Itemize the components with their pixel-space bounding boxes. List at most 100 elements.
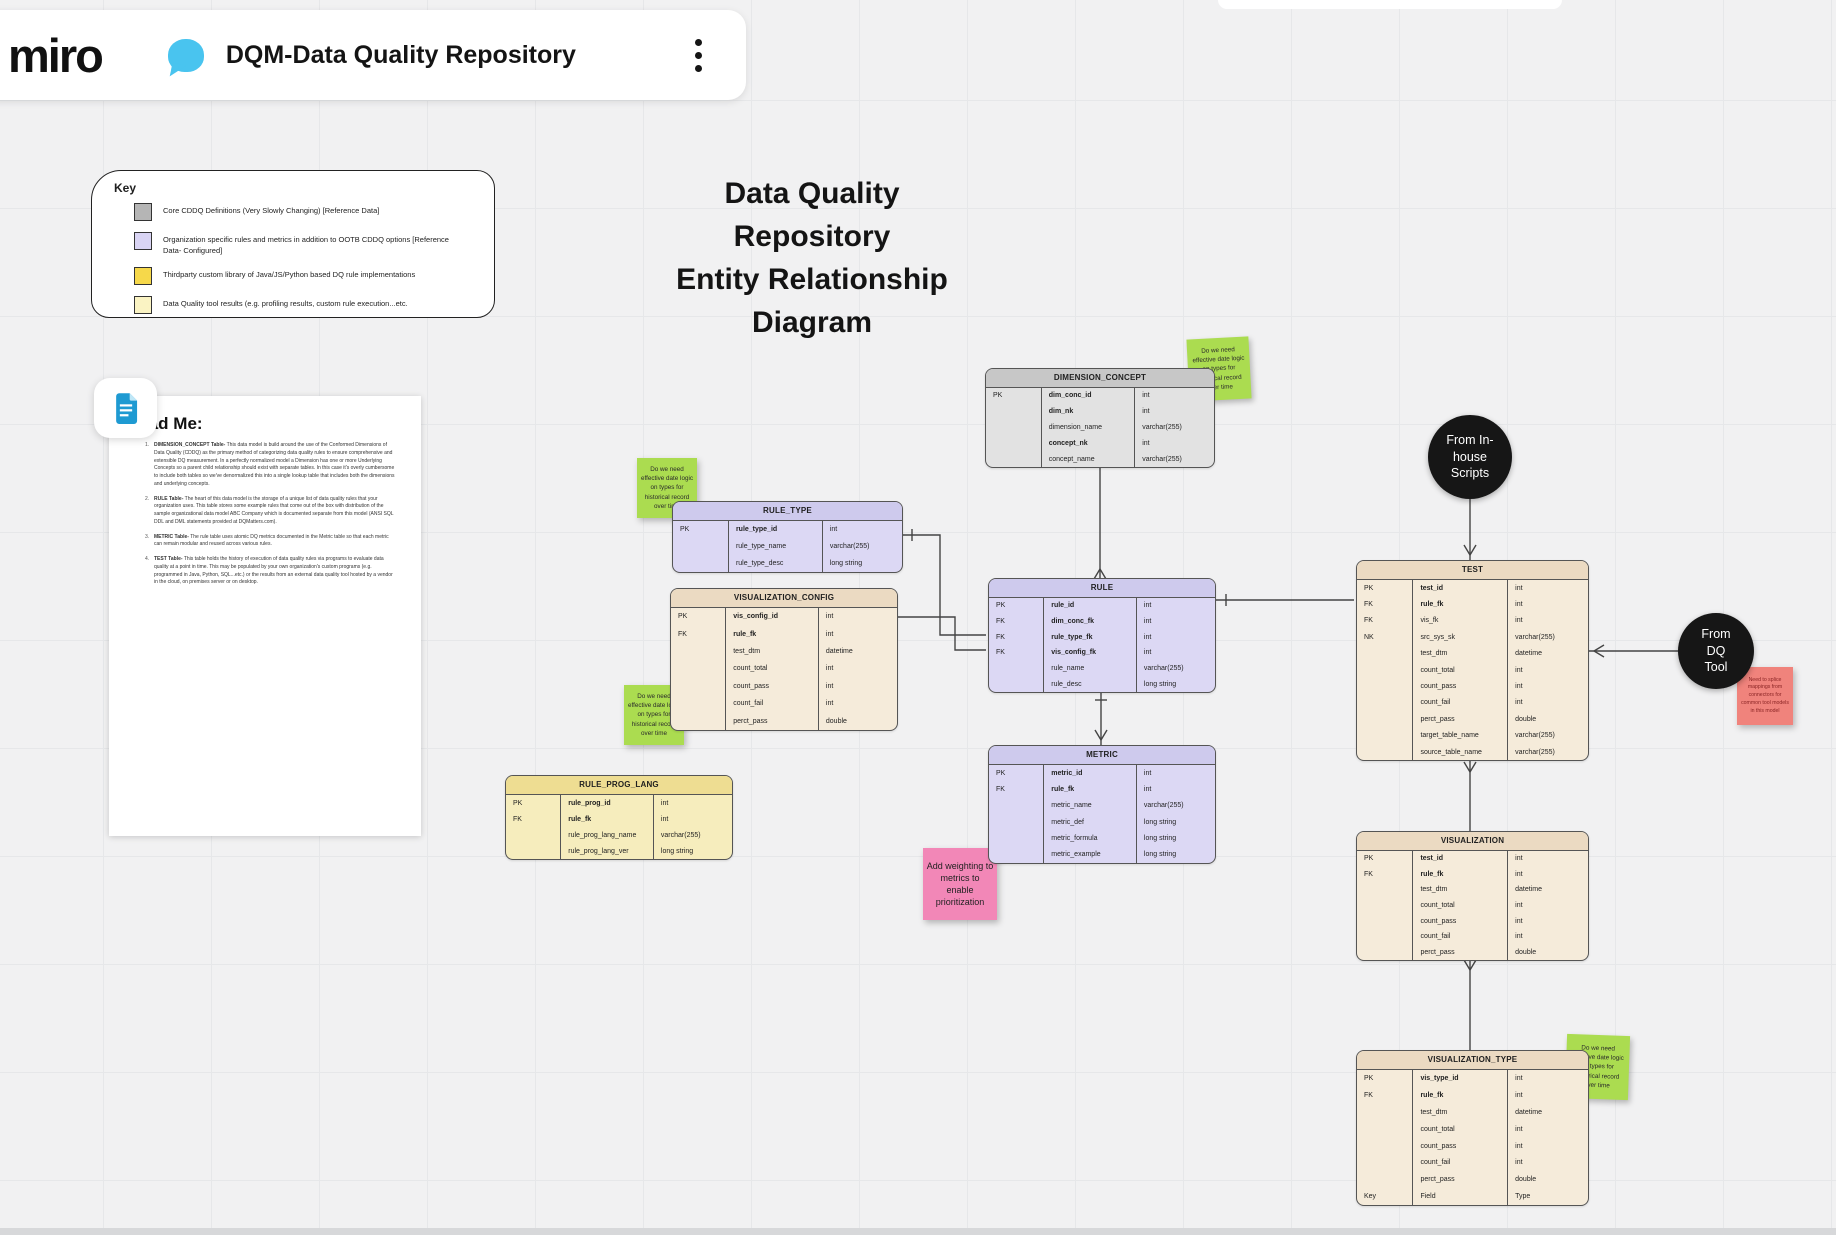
- field-type: int: [1135, 404, 1214, 420]
- diagram-title[interactable]: Data QualityRepositoryEntity Relationshi…: [600, 172, 1024, 344]
- field-key: [1357, 1104, 1412, 1121]
- field-type: varchar(255): [654, 827, 732, 843]
- kebab-menu-icon[interactable]: [695, 39, 702, 72]
- field-type: double: [819, 712, 897, 729]
- field-key: Key: [1357, 1188, 1412, 1205]
- field-name: count_pass: [1413, 1138, 1507, 1155]
- field-key: PK: [989, 598, 1043, 614]
- entity-table-dimension_concept[interactable]: DIMENSION_CONCEPTPKdim_conc_iddim_nkdime…: [985, 368, 1215, 468]
- entity-table-metric[interactable]: METRICPKFKmetric_idrule_fkmetric_namemet…: [988, 745, 1216, 864]
- entity-table-rule_type[interactable]: RULE_TYPEPKrule_type_idrule_type_namerul…: [672, 501, 903, 573]
- field-name: dim_nk: [1042, 404, 1134, 420]
- field-name: test_dtm: [726, 643, 818, 660]
- field-name: count_fail: [726, 695, 818, 712]
- field-name: count_fail: [1413, 1154, 1507, 1171]
- field-key: [671, 678, 725, 695]
- field-key: [1357, 1138, 1412, 1155]
- field-name: perct_pass: [1413, 1171, 1507, 1188]
- field-name: metric_name: [1044, 798, 1136, 814]
- field-name: test_id: [1413, 580, 1507, 596]
- field-type: double: [1508, 945, 1588, 961]
- field-key: PK: [671, 608, 725, 625]
- field-key: FK: [989, 781, 1043, 797]
- field-type: datetime: [1508, 646, 1588, 662]
- canvas-bottom-edge: [0, 1228, 1836, 1235]
- field-type: varchar(255): [1135, 420, 1214, 436]
- field-key: [1357, 913, 1412, 929]
- key-legend-label: Thirdparty custom library of Java/JS/Pyt…: [163, 267, 415, 281]
- field-name: count_total: [726, 660, 818, 677]
- readme-item: 3.METRIC Table- The rule table uses atom…: [145, 534, 397, 550]
- field-type: int: [823, 521, 902, 538]
- readme-item: 4.TEST Table- This table holds the histo…: [145, 556, 397, 587]
- field-key: PK: [673, 521, 728, 538]
- from-dq-tool[interactable]: FromDQTool: [1678, 613, 1754, 689]
- entity-table-visualization[interactable]: VISUALIZATIONPKFKtest_idrule_fktest_dtmc…: [1356, 831, 1589, 961]
- key-legend-title: Key: [114, 181, 476, 195]
- field-name: dim_conc_fk: [1044, 614, 1136, 630]
- document-icon-card[interactable]: [94, 378, 157, 438]
- board-title[interactable]: DQM-Data Quality Repository: [226, 41, 576, 70]
- field-name: metric_id: [1044, 765, 1136, 781]
- field-key: [986, 451, 1041, 467]
- field-type: int: [1508, 1087, 1588, 1104]
- field-type: int: [1508, 580, 1588, 596]
- field-type: long string: [1137, 830, 1215, 846]
- field-type: int: [1508, 929, 1588, 945]
- field-key: [1357, 728, 1412, 744]
- field-key: NK: [1357, 629, 1412, 645]
- field-name: rule_desc: [1044, 676, 1136, 692]
- field-key: [989, 830, 1043, 846]
- entity-table-title: RULE_TYPE: [673, 502, 902, 521]
- field-name: rule_prog_lang_ver: [561, 843, 653, 859]
- field-type: int: [819, 608, 897, 625]
- field-key: [1357, 945, 1412, 961]
- field-key: [1357, 744, 1412, 760]
- field-name: perct_pass: [1413, 945, 1507, 961]
- entity-table-rule[interactable]: RULEPKFKFKFKrule_iddim_conc_fkrule_type_…: [988, 578, 1216, 693]
- field-type: long string: [1137, 676, 1215, 692]
- field-key: [989, 846, 1043, 862]
- field-key: [1357, 695, 1412, 711]
- key-legend[interactable]: Key Core CDDQ Definitions (Very Slowly C…: [91, 170, 495, 318]
- field-name: rule_type_id: [729, 521, 822, 538]
- field-key: FK: [989, 614, 1043, 630]
- note-add-weighting[interactable]: Add weighting to metrics to enable prior…: [923, 848, 997, 920]
- entity-table-rule_prog_lang[interactable]: RULE_PROG_LANGPKFKrule_prog_idrule_fkrul…: [505, 775, 733, 860]
- field-name: target_table_name: [1413, 728, 1507, 744]
- entity-table-visualization_config[interactable]: VISUALIZATION_CONFIGPKFKvis_config_idrul…: [670, 588, 898, 731]
- readme-document[interactable]: Read Me: 1.DIMENSION_CONCEPT Table- This…: [109, 396, 421, 836]
- miro-board-canvas[interactable]: { "header": { "logo": "miro", "board_tit…: [0, 0, 1836, 1235]
- gray-swatch: [134, 203, 152, 221]
- field-name: rule_fk: [561, 811, 653, 827]
- field-type: int: [1135, 388, 1214, 404]
- field-key: PK: [986, 388, 1041, 404]
- diagram-title-line: Diagram: [600, 301, 1024, 344]
- from-inhouse-scripts[interactable]: From In-houseScripts: [1428, 415, 1512, 499]
- field-name: rule_type_desc: [729, 555, 822, 572]
- entity-table-visualization_type[interactable]: VISUALIZATION_TYPEPKFKKeyvis_type_idrule…: [1356, 1050, 1589, 1206]
- field-name: count_fail: [1413, 929, 1507, 945]
- field-type: int: [1508, 678, 1588, 694]
- field-key: FK: [506, 811, 560, 827]
- note-splice-mappings[interactable]: Need to splice mappings from connectors …: [1737, 667, 1793, 725]
- field-key: [1357, 711, 1412, 727]
- field-key: [1357, 929, 1412, 945]
- field-key: [671, 695, 725, 712]
- entity-table-test[interactable]: TESTPKFKFKNKtest_idrule_fkvis_fksrc_sys_…: [1356, 560, 1589, 761]
- readme-list: 1.DIMENSION_CONCEPT Table- This data mod…: [145, 442, 397, 594]
- talktrack-bubble-icon[interactable]: [168, 39, 204, 72]
- field-type: int: [1508, 613, 1588, 629]
- field-key: FK: [989, 629, 1043, 645]
- field-name: rule_fk: [1413, 1087, 1507, 1104]
- miro-logo[interactable]: miro: [8, 28, 102, 83]
- field-name: count_pass: [726, 678, 818, 695]
- field-name: count_total: [1413, 1121, 1507, 1138]
- field-name: src_sys_sk: [1413, 629, 1507, 645]
- field-type: int: [1137, 765, 1215, 781]
- field-name: dim_conc_id: [1042, 388, 1134, 404]
- field-key: [989, 676, 1043, 692]
- field-name: Field: [1413, 1188, 1507, 1205]
- field-name: metric_formula: [1044, 830, 1136, 846]
- field-key: FK: [1357, 867, 1412, 883]
